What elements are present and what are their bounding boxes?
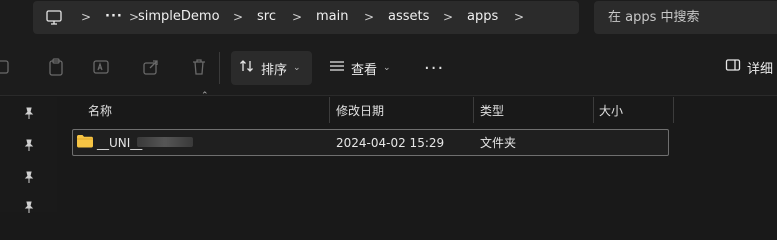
chevron-down-icon: ⌄ [293,63,301,73]
view-icon [329,58,345,78]
column-divider[interactable] [473,97,474,123]
column-header-type[interactable]: 类型 [480,102,504,120]
details-pane-icon [725,57,741,77]
delete-icon[interactable] [189,57,209,77]
file-modified-date: 2024-04-02 15:29 [336,136,445,150]
chevron-right-icon[interactable]: > [514,8,524,26]
pin-icon[interactable] [22,106,36,120]
redacted-text [137,137,193,147]
chevron-down-icon: ⌄ [383,63,391,73]
chevron-right-icon[interactable]: > [443,8,453,26]
details-label: 详细 [747,61,774,77]
view-label: 查看 [351,62,378,78]
view-button[interactable]: 查看 ⌄ [321,51,397,85]
sort-icon [239,58,255,78]
column-header-date[interactable]: 修改日期 [336,102,384,120]
breadcrumb-item[interactable]: assets [388,8,429,26]
copy-icon[interactable] [0,57,20,77]
file-type: 文件夹 [480,136,517,150]
column-divider[interactable] [673,97,674,123]
folder-icon [76,133,94,149]
column-divider[interactable] [593,97,594,123]
sort-ascending-icon: ⌃ [201,91,209,101]
sort-label: 排序 [261,62,288,78]
sort-button[interactable]: 排序 ⌄ [231,51,312,85]
breadcrumb-item[interactable]: src [257,8,276,26]
chevron-right-icon[interactable]: > [292,8,302,26]
chevron-right-icon[interactable]: > [364,8,374,26]
pin-icon[interactable] [22,138,36,152]
column-header-size[interactable]: 大小 [599,102,623,120]
share-icon[interactable] [141,57,161,77]
rename-icon[interactable] [91,57,111,77]
breadcrumb-item[interactable]: main [316,8,348,26]
computer-icon[interactable] [45,8,63,26]
address-bar-row: > ··· > simpleDemo > src > main > assets… [0,0,777,40]
paste-icon[interactable] [46,57,66,77]
breadcrumb-overflow[interactable]: ··· [105,8,123,26]
breadcrumb-item[interactable]: apps [467,8,498,26]
chevron-right-icon[interactable]: > [233,8,243,26]
details-button[interactable]: 详细 [725,57,773,77]
search-placeholder: 在 apps 中搜索 [608,10,700,25]
navigation-pane [0,97,57,214]
file-name: __UNI__ [97,136,143,150]
breadcrumb-item[interactable]: simpleDemo [138,8,220,26]
pin-icon[interactable] [22,170,36,184]
column-header-name[interactable]: 名称 [88,102,112,120]
toolbar-divider [219,52,220,84]
chevron-right-icon[interactable]: > [81,8,91,26]
column-divider[interactable] [329,97,330,123]
more-options-icon[interactable]: ··· [424,58,444,79]
pin-icon[interactable] [22,200,36,214]
search-input[interactable]: 在 apps 中搜索 [594,1,777,34]
